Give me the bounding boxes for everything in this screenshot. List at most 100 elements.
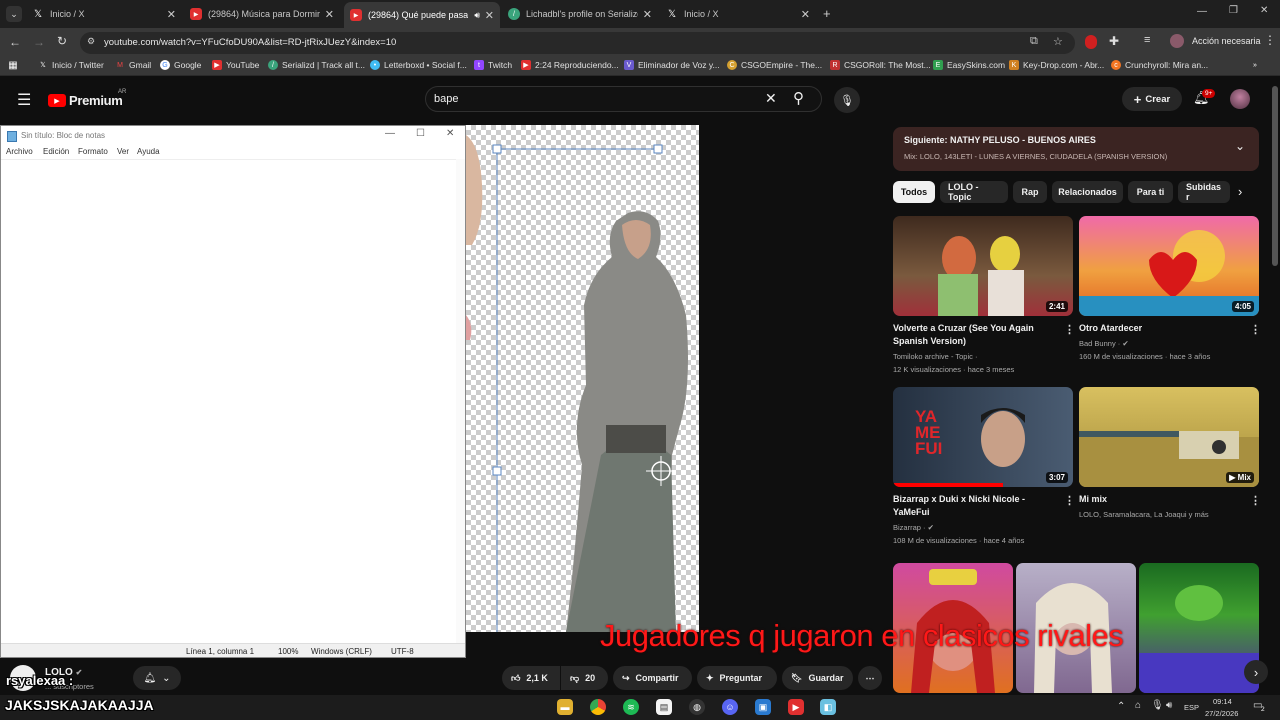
chevron-down-icon[interactable]: ⌄ <box>1235 139 1245 153</box>
video-channel[interactable]: Bad Bunny · ✔ <box>1079 337 1257 350</box>
site-info-icon[interactable]: ⚙ <box>87 36 95 47</box>
bookmark-eliminador-voz[interactable]: V Eliminador de Voz y... <box>624 60 720 70</box>
video-more-icon[interactable]: ⋮ <box>1250 323 1261 336</box>
like-button[interactable]: 👍︎ 2,1 K <box>502 666 560 690</box>
video-thumbnail-yamefui[interactable]: YA ME FUI 3:07 <box>893 387 1073 487</box>
action-required-button[interactable]: Acción necesaria <box>1192 36 1261 46</box>
chip-todos[interactable]: Todos <box>893 181 935 203</box>
puzzle-extensions-icon[interactable]: ✚ <box>1109 34 1119 48</box>
up-next-box[interactable]: Siguiente: NATHY PELUSO - BUENOS AIRES M… <box>893 127 1259 171</box>
voice-search-icon[interactable]: 🎙︎ <box>834 87 860 113</box>
bookmark-letterboxd[interactable]: • Letterboxd • Social f... <box>370 60 467 70</box>
close-icon[interactable]: ✕ <box>801 8 810 21</box>
bookmark-twitch[interactable]: t Twitch <box>474 60 512 70</box>
account-avatar[interactable] <box>1230 89 1250 109</box>
youtube-logo[interactable]: ▶ Premium <box>48 93 123 108</box>
file-explorer-icon[interactable]: ▬ <box>557 699 573 715</box>
close-icon[interactable]: ✕ <box>325 8 334 21</box>
close-icon[interactable]: ✕ <box>485 9 494 22</box>
video-channel[interactable]: Tomiloko archive - Topic · <box>893 350 1071 363</box>
profile-avatar[interactable] <box>1170 34 1184 48</box>
spotify-icon[interactable]: ≋ <box>623 699 639 715</box>
tab-search-icon[interactable]: ⌄ <box>6 6 22 22</box>
search-box[interactable]: bape ✕ ⚲ <box>425 86 822 112</box>
create-button[interactable]: + Crear <box>1122 87 1182 111</box>
chip-rap[interactable]: Rap <box>1013 181 1047 203</box>
video-channel[interactable]: LOLO, Saramalacara, La Joaqui y más <box>1079 508 1257 521</box>
chip-subidas[interactable]: Subidas r <box>1178 181 1230 203</box>
bookmark-youtube[interactable]: ▶ YouTube <box>212 60 259 70</box>
clock-date[interactable]: 27/2/2026 <box>1205 709 1238 718</box>
tab-groups-icon[interactable]: ≡ <box>1144 34 1150 46</box>
bookmark-inicio-twitter[interactable]: 𝕏 Inicio / Twitter <box>38 60 104 70</box>
app-2-icon[interactable]: ◧ <box>820 699 836 715</box>
star-icon[interactable]: ☆ <box>1053 35 1063 48</box>
discord-icon[interactable]: ☺ <box>722 699 738 715</box>
forward-icon[interactable]: → <box>33 35 45 49</box>
tab-que-puede-pasar[interactable]: ▶ (29864) Qué puede pasar? 🔊︎ ✕ <box>344 2 500 28</box>
bookmark-crunchyroll[interactable]: c Crunchyroll: Mira an... <box>1111 60 1208 70</box>
hamburger-menu-icon[interactable]: ☰ <box>17 90 31 110</box>
extension-icon[interactable] <box>1085 35 1097 49</box>
search-icon[interactable]: ⚲ <box>793 89 804 107</box>
tab-inicio-x-1[interactable]: 𝕏 Inicio / X ✕ <box>26 3 182 25</box>
youtube-app-icon[interactable]: ▶ <box>788 699 804 715</box>
video-more-icon[interactable]: ⋮ <box>1250 494 1261 507</box>
address-bar[interactable]: ⚙ youtube.com/watch?v=YFuCfoDU90A&list=R… <box>80 32 1075 54</box>
close-icon[interactable]: ✕ <box>167 8 176 21</box>
app-icon[interactable]: ▣ <box>755 699 771 715</box>
video-player[interactable] <box>466 125 699 632</box>
video-title[interactable]: Volverte a Cruzar (See You Again Spanish … <box>893 322 1061 348</box>
notepad-minimize-icon[interactable]: — <box>385 128 395 139</box>
page-scrollbar[interactable] <box>1272 86 1278 266</box>
steam-icon[interactable]: ◍ <box>689 699 705 715</box>
network-icon[interactable]: ⌂ <box>1135 700 1141 711</box>
bookmark-gmail[interactable]: M Gmail <box>115 60 151 70</box>
tab-inicio-x-2[interactable]: 𝕏 Inicio / X ✕ <box>660 3 816 25</box>
bookmark-reproduciendo[interactable]: ▶ 2:24 Reproduciendo... <box>521 60 619 70</box>
tab-musica-dormir[interactable]: ▶(29864) Música para Dormir Bebe✕ <box>184 3 340 25</box>
language-indicator[interactable]: ESP <box>1184 703 1199 712</box>
menu-kebab-icon[interactable]: ⋮ <box>1264 33 1276 47</box>
ask-button[interactable]: ✦ Preguntar <box>697 666 777 690</box>
notepad-taskbar-icon[interactable]: ▤ <box>656 699 672 715</box>
share-button[interactable]: ↪ Compartir <box>613 666 692 690</box>
chip-para-ti[interactable]: Para ti <box>1128 181 1173 203</box>
apps-grid-icon[interactable]: ▦ <box>8 60 22 71</box>
more-actions-button[interactable]: ⋯ <box>858 666 882 690</box>
video-title[interactable]: Bizarrap x Duki x Nicki Nicole - YaMeFui <box>893 493 1061 519</box>
menu-formato[interactable]: Formato <box>78 147 108 156</box>
video-title[interactable]: Otro Atardecer <box>1079 322 1247 335</box>
bookmark-easyskins[interactable]: E EasySkins.com <box>933 60 1005 70</box>
video-more-icon[interactable]: ⋮ <box>1064 323 1075 336</box>
menu-archivo[interactable]: Archivo <box>6 147 33 156</box>
chip-relacionados[interactable]: Relacionados <box>1052 181 1123 203</box>
reload-icon[interactable]: ↻ <box>57 34 67 48</box>
bookmark-csgoempire[interactable]: C CSGOEmpire - The... <box>727 60 822 70</box>
tray-chevron-icon[interactable]: ⌃ <box>1117 701 1125 712</box>
chips-next-icon[interactable]: › <box>1238 184 1242 199</box>
bookmark-keydrop[interactable]: K Key-Drop.com - Abr... <box>1009 60 1104 70</box>
more-bookmarks-icon[interactable]: » <box>1250 60 1264 70</box>
subscription-bell-button[interactable]: 🔔︎ ⌄ <box>133 666 181 690</box>
video-thumbnail-volverte-a-cruzar[interactable]: 2:41 <box>893 216 1073 316</box>
menu-edicion[interactable]: Edición <box>43 147 69 156</box>
tab-serializd[interactable]: / Lichadbl's profile on Serializd ✕ <box>502 3 658 25</box>
speaker-icon[interactable]: 🔊︎ <box>474 10 480 21</box>
notepad-window[interactable]: Sin título: Bloc de notas — ☐ ✕ Archivo … <box>0 125 466 658</box>
window-close-icon[interactable]: ✕ <box>1260 5 1268 16</box>
video-title[interactable]: Mi mix <box>1079 493 1247 506</box>
shorts-next-icon[interactable]: › <box>1244 660 1268 684</box>
clear-search-icon[interactable]: ✕ <box>765 90 777 107</box>
video-more-icon[interactable]: ⋮ <box>1064 494 1075 507</box>
install-app-icon[interactable]: ⧉ <box>1030 35 1038 48</box>
url-text[interactable]: youtube.com/watch?v=YFuCfoDU90A&list=RD-… <box>104 37 396 48</box>
short-thumbnail-3[interactable] <box>1139 563 1259 693</box>
chrome-icon[interactable] <box>590 699 606 715</box>
menu-ver[interactable]: Ver <box>117 147 129 156</box>
close-icon[interactable]: ✕ <box>643 8 652 21</box>
video-channel[interactable]: Bizarrap · ✔ <box>893 521 1071 534</box>
video-thumbnail-mi-mix[interactable]: ▶ Mix <box>1079 387 1259 487</box>
video-thumbnail-otro-atardecer[interactable]: 4:05 <box>1079 216 1259 316</box>
minimize-icon[interactable]: — <box>1197 6 1207 17</box>
